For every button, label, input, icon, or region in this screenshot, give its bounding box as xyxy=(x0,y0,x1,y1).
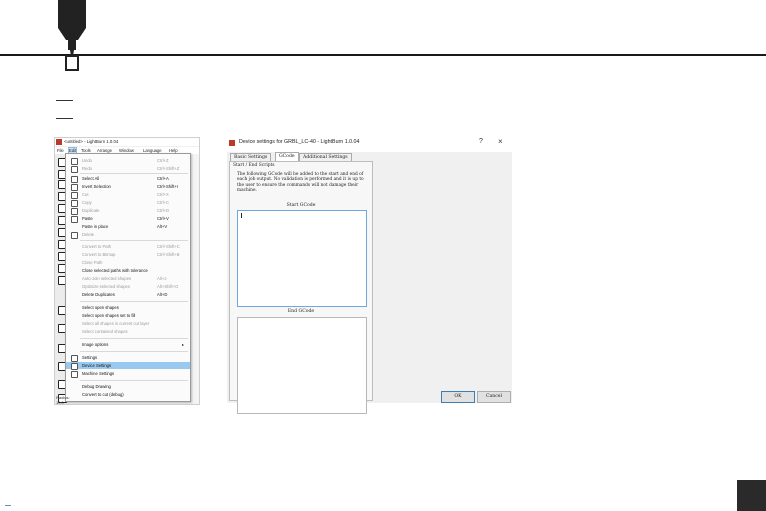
end-gcode-textarea[interactable] xyxy=(237,317,367,414)
help-icon[interactable]: ? xyxy=(479,138,483,145)
cancel-button[interactable]: Cancel xyxy=(477,391,511,403)
menu-item-convert-to-path[interactable]: Convert to Path Ctrl+Shift+C xyxy=(66,243,190,250)
page-number-box xyxy=(737,480,766,511)
invert-selection-icon xyxy=(71,184,78,191)
select-all-icon xyxy=(71,176,78,183)
lightburn-app-icon xyxy=(229,140,235,146)
menu-item-select-contained[interactable]: Select contained shapes xyxy=(66,328,190,335)
gear-icon xyxy=(71,355,78,362)
menu-item-copy[interactable]: Copy Ctrl+C xyxy=(66,199,190,207)
bullet-dash xyxy=(56,100,73,101)
machine-icon xyxy=(71,371,78,378)
menu-separator xyxy=(80,338,188,339)
menu-item-duplicate[interactable]: Duplicate Ctrl+D xyxy=(66,207,190,215)
submenu-arrow-icon: ▸ xyxy=(182,342,185,347)
menu-item-convert-to-cut[interactable]: Convert to cut (debug) xyxy=(66,391,190,398)
menu-item-auto-join[interactable]: Auto-Join selected shapes Alt+J xyxy=(66,275,190,282)
duplicate-icon xyxy=(71,208,78,215)
menu-item-close-path[interactable]: Close Path xyxy=(66,259,190,266)
device-settings-dialog-screenshot: Device settings for GRBL_LC-40 - LightBu… xyxy=(227,137,512,414)
copy-icon xyxy=(71,200,78,207)
menu-item-device-settings[interactable]: Device Settings xyxy=(66,362,190,370)
menu-separator xyxy=(80,351,188,352)
window-title: <untitled> - LightBurn 1.0.04 xyxy=(64,139,119,144)
undo-icon xyxy=(71,158,78,165)
menu-item-image-options[interactable]: Image options ▸ xyxy=(66,341,190,348)
menu-item-redo[interactable]: Redo Ctrl+Shift+Z xyxy=(66,165,190,173)
menu-item-optimize-shapes[interactable]: Optimize selected shapes Alt+Shift+O xyxy=(66,283,190,290)
text-caret xyxy=(241,213,242,218)
menu-item-select-open-shapes[interactable]: Select open shapes xyxy=(66,304,190,311)
dialog-title: Device settings for GRBL_LC-40 - LightBu… xyxy=(239,139,360,145)
menu-item-debug-drawing[interactable]: Debug Drawing xyxy=(66,383,190,390)
start-gcode-label: Start GCode xyxy=(286,203,316,208)
header-rule xyxy=(0,54,766,56)
menu-separator xyxy=(80,301,188,302)
scissors-icon xyxy=(71,192,78,199)
menu-separator xyxy=(80,240,188,241)
star-icon xyxy=(71,363,78,370)
menu-item-machine-settings[interactable]: Machine Settings xyxy=(66,370,190,378)
menu-item-convert-to-bitmap[interactable]: Convert to Bitmap Ctrl+Shift+B xyxy=(66,251,190,258)
menu-item-delete[interactable]: Delete xyxy=(66,231,190,239)
trash-icon xyxy=(71,232,78,239)
menu-file[interactable]: File xyxy=(57,148,64,153)
ok-button[interactable]: OK xyxy=(441,391,475,403)
menu-item-select-all[interactable]: Select All Ctrl+A xyxy=(66,175,190,183)
menu-separator xyxy=(80,173,188,174)
menu-item-paste-in-place[interactable]: Paste in place Alt+V xyxy=(66,223,190,230)
laser-nozzle-icon xyxy=(58,0,86,71)
menu-item-settings[interactable]: Settings xyxy=(66,354,190,362)
end-gcode-label: End GCode xyxy=(287,309,315,314)
tab-basic-settings[interactable]: Basic Settings xyxy=(230,153,272,161)
paste-icon xyxy=(71,216,78,223)
start-gcode-textarea[interactable] xyxy=(237,210,367,307)
menu-item-close-paths-tolerance[interactable]: Close selected paths with tolerance xyxy=(66,267,190,274)
gcode-description: The following GCode will be added to the… xyxy=(237,172,364,194)
tab-additional-settings[interactable]: Additional Settings xyxy=(299,153,352,161)
bullet-dash xyxy=(56,118,73,119)
lightburn-app-icon xyxy=(56,139,62,145)
dialog-titlebar: Device settings for GRBL_LC-40 - LightBu… xyxy=(227,137,512,151)
menu-item-paste[interactable]: Paste Ctrl+V xyxy=(66,215,190,223)
tab-gcode[interactable]: GCode xyxy=(275,152,299,161)
radius-value[interactable]: 10.0 xyxy=(56,400,64,404)
menu-separator xyxy=(80,380,188,381)
dialog-body: Basic Settings GCode Additional Settings… xyxy=(227,152,512,414)
window-titlebar: <untitled> - LightBurn 1.0.04 xyxy=(55,138,199,146)
menu-item-delete-duplicates[interactable]: Delete Duplicates Alt+D xyxy=(66,291,190,298)
menu-item-select-all-in-layer[interactable]: Select all shapes in current cut layer xyxy=(66,320,190,327)
menu-item-invert-selection[interactable]: Invert Selection Ctrl+Shift+I xyxy=(66,183,190,191)
redo-icon xyxy=(71,166,78,173)
menu-item-select-open-shapes-fill[interactable]: Select open shapes set to fill xyxy=(66,312,190,319)
close-icon[interactable]: × xyxy=(498,137,503,146)
menu-item-undo[interactable]: Undo Ctrl+Z xyxy=(66,157,190,165)
section-title: Start / End Scripts xyxy=(233,163,275,168)
menu-item-cut[interactable]: Cut Ctrl+X xyxy=(66,191,190,199)
edit-dropdown-menu: Undo Ctrl+Z Redo Ctrl+Shift+Z Select All Ct… xyxy=(65,153,191,402)
blue-marker xyxy=(5,505,11,506)
lightburn-edit-menu-screenshot: <untitled> - LightBurn 1.0.04 File Edit … xyxy=(54,137,200,405)
gcode-panel: Start / End Scripts The following GCode … xyxy=(229,161,373,414)
